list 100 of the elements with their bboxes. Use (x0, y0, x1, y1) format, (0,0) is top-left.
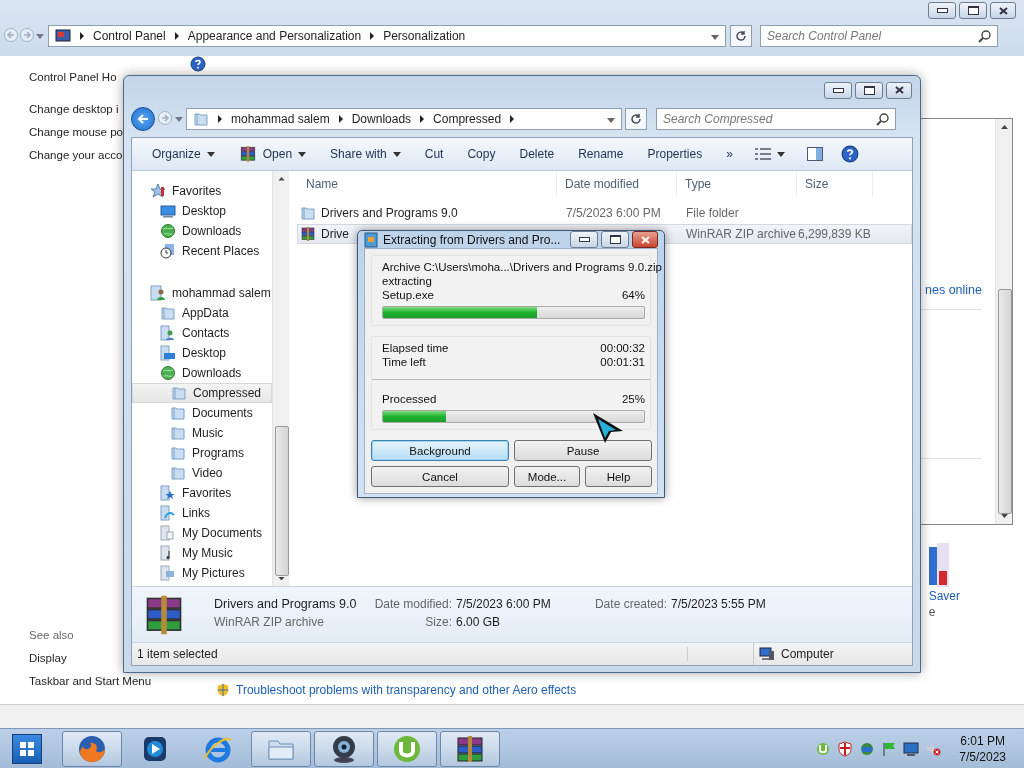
column-header[interactable]: Type (677, 171, 797, 197)
clock-date[interactable]: 7/5/2023 (959, 748, 1006, 765)
nav-item[interactable]: mohammad salem (132, 283, 272, 303)
nav-item[interactable]: Favorites (132, 181, 272, 201)
maximize-button[interactable] (855, 81, 883, 99)
nav-item[interactable]: Contacts (132, 323, 272, 343)
maximize-button[interactable] (601, 231, 629, 248)
scrollbar[interactable] (272, 171, 289, 586)
caption: e (928, 605, 936, 619)
detail-label: Date created: (593, 596, 667, 613)
action-text: extracting (382, 275, 432, 287)
network-icon[interactable] (859, 740, 876, 757)
nav-item[interactable]: Recent Places (132, 241, 272, 261)
minimize-button[interactable] (570, 231, 598, 248)
link[interactable]: nes online (925, 283, 982, 297)
toolbar-button[interactable]: » (714, 147, 745, 161)
dialog-button[interactable]: Pause (514, 440, 652, 461)
breadcrumb-item[interactable]: Personalization (383, 29, 466, 43)
close-button[interactable] (990, 2, 1016, 19)
toolbar-menu[interactable]: Open (226, 145, 319, 163)
refresh-icon (630, 113, 642, 125)
address-bar[interactable]: mohammad salem Downloads Compressed (186, 108, 622, 130)
column-header[interactable]: Size (797, 171, 873, 197)
nav-item[interactable]: Links (132, 503, 272, 523)
breadcrumb-item[interactable]: mohammad salem (231, 112, 330, 126)
dialog-button[interactable]: Mode... (514, 466, 580, 487)
close-button[interactable] (632, 231, 658, 248)
nav-item[interactable]: My Documents (132, 523, 272, 543)
sidebar-link[interactable]: Taskbar and Start Menu (29, 675, 152, 698)
search-field[interactable]: Search Control Panel (760, 25, 998, 47)
breadcrumb-item[interactable]: Appearance and Personalization (187, 29, 362, 43)
list-view-icon (754, 148, 771, 160)
toolbar-menu[interactable]: Share with (318, 147, 413, 161)
view-button[interactable] (754, 148, 785, 160)
nav-item[interactable]: Video (132, 463, 272, 483)
toolbar-button[interactable]: Delete (507, 147, 567, 161)
taskbar-button[interactable] (314, 730, 374, 767)
clock-time[interactable]: 6:01 PM (960, 732, 1005, 749)
toolbar-button[interactable]: Properties (635, 147, 715, 161)
maximize-button[interactable] (959, 2, 987, 19)
shield-icon (216, 683, 230, 697)
column-header[interactable]: Date modified (557, 171, 677, 197)
status-text: 1 item selected (132, 647, 688, 661)
search-field[interactable]: Search Compressed (656, 108, 896, 130)
app-icon (364, 231, 378, 248)
shield-icon[interactable] (837, 740, 854, 757)
nav-item[interactable]: Documents (132, 403, 272, 423)
column-header[interactable]: Name (297, 171, 557, 197)
chevron-icon (79, 32, 85, 40)
sidebar-link[interactable]: Change your acco (29, 149, 123, 172)
chevron-icon (173, 32, 180, 40)
link[interactable]: Troubleshoot problems with transparency and other Aero effects (236, 683, 577, 697)
toolbar-button[interactable]: Rename (566, 147, 636, 161)
nav-item[interactable]: Compressed (132, 383, 272, 403)
flag-icon[interactable] (881, 740, 898, 757)
nav-item[interactable]: Downloads (132, 363, 272, 383)
nav-item[interactable]: Downloads (132, 221, 272, 241)
monitor-icon[interactable] (903, 740, 920, 757)
nav-item[interactable]: Desktop (132, 201, 272, 221)
nav-item[interactable]: Programs (132, 443, 272, 463)
nav-item[interactable]: My Music (132, 543, 272, 563)
minimize-button[interactable] (824, 81, 852, 99)
file-row[interactable]: Drivers and Programs 9.0 7/5/2023 6:00 PM File folder (297, 203, 912, 223)
refresh-icon (735, 30, 747, 42)
nav-item[interactable]: Music (132, 423, 272, 443)
sidebar-link[interactable]: Change desktop i (29, 103, 119, 126)
toolbar-button[interactable]: Copy (455, 147, 508, 161)
taskbar-button[interactable] (62, 730, 122, 767)
refresh-button[interactable] (730, 25, 752, 47)
sidebar-link[interactable]: Display (29, 652, 67, 675)
help-button[interactable] (840, 145, 859, 163)
dialog-button[interactable]: Background (371, 440, 509, 461)
start-button[interactable] (12, 733, 42, 764)
search-icon (876, 112, 890, 126)
dialog-button[interactable]: Cancel (371, 466, 509, 487)
link[interactable]: Saver (928, 589, 960, 603)
close-button[interactable] (886, 81, 912, 99)
chevron-icon (337, 115, 344, 123)
scrollbar[interactable] (995, 119, 1012, 524)
toolbar-button[interactable]: Cut (412, 147, 456, 161)
time-value: 00:00:32 (600, 342, 645, 354)
breadcrumb-item[interactable]: Compressed (433, 112, 502, 126)
dialog-button[interactable]: Help (585, 466, 652, 487)
search-icon (978, 29, 992, 43)
address-bar[interactable]: Control Panel Appearance and Personalization Personalization (48, 25, 726, 47)
breadcrumb-item[interactable]: Downloads (351, 112, 412, 126)
time-value: 00:01:31 (600, 356, 645, 368)
nav-item[interactable]: My Pictures (132, 563, 272, 583)
sidebar-link[interactable]: Change mouse po (29, 126, 123, 149)
nav-item[interactable]: Favorites (132, 483, 272, 503)
taskbar-button[interactable] (440, 730, 500, 767)
refresh-button[interactable] (625, 108, 647, 130)
nav-item[interactable]: AppData (132, 303, 272, 323)
breadcrumb-item[interactable]: Control Panel (93, 29, 166, 43)
back-button[interactable] (131, 107, 155, 131)
preview-pane-button[interactable] (806, 147, 823, 161)
nav-item[interactable]: Desktop (132, 343, 272, 363)
minimize-button[interactable] (928, 2, 956, 19)
sidebar-link[interactable]: Control Panel Ho (29, 71, 117, 83)
toolbar-menu[interactable]: Organize (140, 147, 227, 161)
